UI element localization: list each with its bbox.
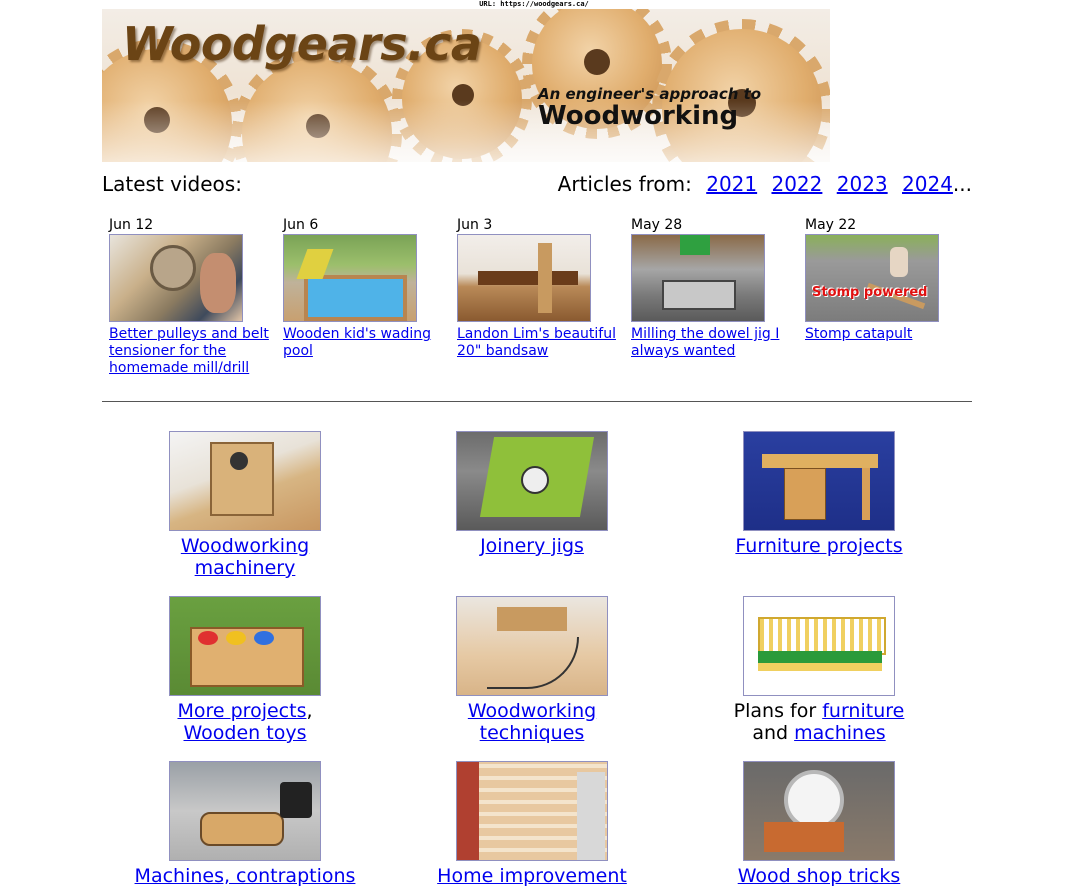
- category-plans: Plans for furniture and machines: [689, 596, 949, 744]
- category-image[interactable]: [169, 596, 321, 696]
- site-logo: Woodgears.ca: [122, 17, 482, 71]
- category-machines-contraptions: Machines, contraptions: [115, 761, 375, 887]
- category-image[interactable]: [169, 761, 321, 861]
- video-title-link[interactable]: Landon Lim's beautiful 20" bandsaw: [457, 326, 617, 360]
- video-item: May 28 Milling the dowel jig I always wa…: [631, 217, 791, 360]
- category-image[interactable]: [743, 431, 895, 531]
- video-item: May 22 Stomp powered Stomp catapult: [805, 217, 965, 343]
- tagline-big: Woodworking: [538, 101, 739, 131]
- video-item: Jun 6 Wooden kid's wading pool: [283, 217, 443, 360]
- category-image[interactable]: [456, 431, 608, 531]
- more-projects-line: More projects,: [115, 700, 375, 722]
- plans-prefix: Plans for: [733, 700, 817, 722]
- latest-videos-label: Latest videos:: [102, 172, 242, 196]
- category-more-projects: More projects, Wooden toys: [115, 596, 375, 744]
- category-link[interactable]: Furniture projects: [689, 535, 949, 557]
- video-title-link[interactable]: Wooden kid's wading pool: [283, 326, 443, 360]
- plans-line-1: Plans for furniture: [689, 700, 949, 722]
- year-link-2022[interactable]: 2022: [771, 172, 822, 196]
- video-title-link[interactable]: Milling the dowel jig I always wanted: [631, 326, 791, 360]
- video-date: Jun 12: [109, 217, 154, 233]
- video-item: Jun 3 Landon Lim's beautiful 20" bandsaw: [457, 217, 617, 360]
- video-thumbnail[interactable]: [283, 234, 417, 322]
- category-link[interactable]: Woodworking: [115, 535, 375, 557]
- year-link-2023[interactable]: 2023: [837, 172, 888, 196]
- more-projects-link[interactable]: More projects: [177, 700, 306, 722]
- video-date: Jun 3: [457, 217, 493, 233]
- video-thumbnail[interactable]: [631, 234, 765, 322]
- category-image[interactable]: [169, 431, 321, 531]
- category-woodworking-techniques: Woodworking techniques: [402, 596, 662, 744]
- video-date: Jun 6: [283, 217, 319, 233]
- category-image[interactable]: [743, 761, 895, 861]
- articles-from: Articles from: 2021 2022 2023 2024...: [558, 172, 972, 196]
- years-ellipsis: ...: [952, 172, 972, 196]
- category-woodworking-machinery: Woodworking machinery: [115, 431, 375, 579]
- category-furniture-projects: Furniture projects: [689, 431, 949, 557]
- video-thumbnail[interactable]: [109, 234, 243, 322]
- divider: [102, 401, 972, 402]
- video-date: May 28: [631, 217, 683, 233]
- site-banner[interactable]: Woodgears.ca An engineer's approach to W…: [102, 9, 830, 162]
- video-item: Jun 12 Better pulleys and belt tensioner…: [109, 217, 269, 377]
- video-title-link[interactable]: Stomp catapult: [805, 326, 965, 343]
- video-thumbnail[interactable]: [457, 234, 591, 322]
- plans-and: and: [752, 722, 789, 744]
- category-link[interactable]: techniques: [402, 722, 662, 744]
- separator-comma: ,: [306, 700, 313, 722]
- category-image[interactable]: [743, 596, 895, 696]
- category-link[interactable]: machinery: [115, 557, 375, 579]
- latest-videos: Jun 12 Better pulleys and belt tensioner…: [109, 217, 989, 387]
- year-link-2021[interactable]: 2021: [706, 172, 757, 196]
- plans-line-2: and machines: [689, 722, 949, 744]
- category-image[interactable]: [456, 596, 608, 696]
- category-link[interactable]: Woodworking: [402, 700, 662, 722]
- thumbnail-overlay-text: Stomp powered: [812, 285, 928, 300]
- video-thumbnail[interactable]: Stomp powered: [805, 234, 939, 322]
- category-shop-tricks: Wood shop tricks: [689, 761, 949, 887]
- category-image[interactable]: [456, 761, 608, 861]
- category-home-improvement: Home improvement: [402, 761, 662, 887]
- category-link[interactable]: Joinery jigs: [402, 535, 662, 557]
- video-title-link[interactable]: Better pulleys and belt tensioner for th…: [109, 326, 269, 377]
- year-link-2024[interactable]: 2024: [902, 172, 953, 196]
- machine-plans-link[interactable]: machines: [794, 722, 886, 744]
- articles-label: Articles from:: [557, 172, 692, 196]
- video-date: May 22: [805, 217, 857, 233]
- furniture-plans-link[interactable]: furniture: [822, 700, 904, 722]
- url-bar: URL: https://woodgears.ca/: [479, 0, 589, 8]
- wooden-toys-link[interactable]: Wooden toys: [115, 722, 375, 744]
- category-joinery-jigs: Joinery jigs: [402, 431, 662, 557]
